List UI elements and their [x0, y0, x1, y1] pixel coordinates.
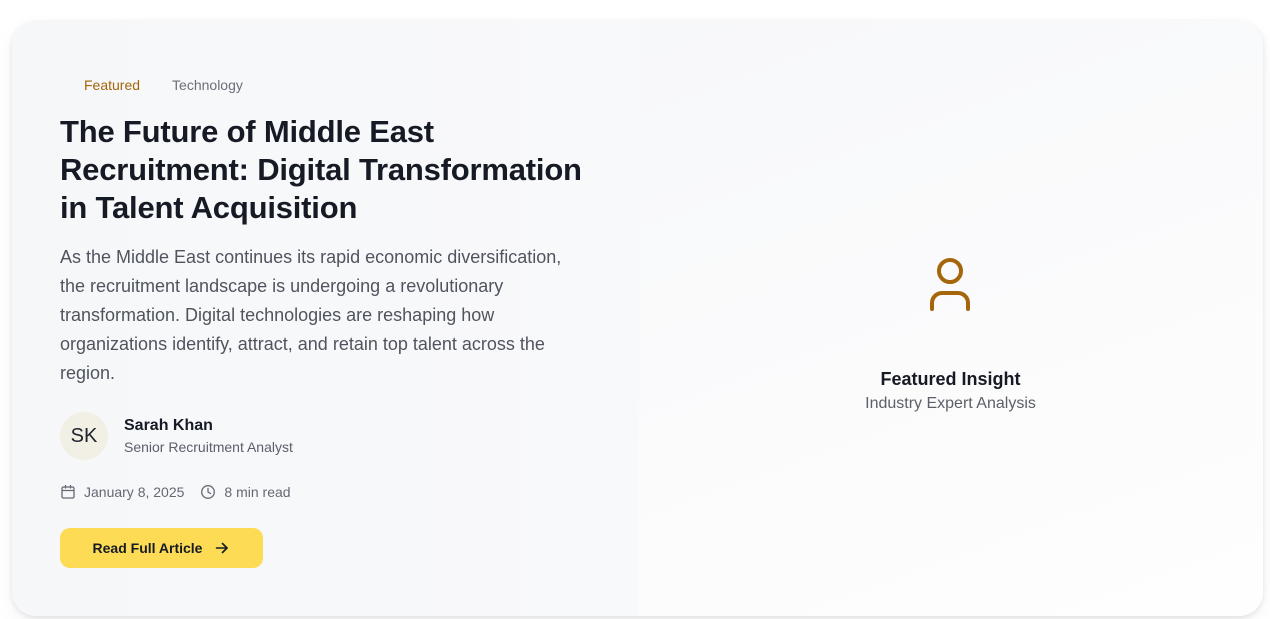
featured-article-card: Featured Technology The Future of Middle… — [12, 21, 1263, 616]
author-name: Sarah Khan — [124, 417, 213, 434]
insight-title: Featured Insight — [880, 369, 1021, 389]
user-icon — [930, 258, 970, 311]
clock-icon — [201, 485, 216, 499]
insight-panel: Featured Insight Industry Expert Analysi… — [638, 21, 1263, 616]
read-time-text: 8 min read — [224, 484, 291, 500]
featured-insight: Featured Insight Industry Expert Analysi… — [638, 21, 1263, 616]
calendar-icon — [61, 484, 75, 499]
article-meta: January 8, 2025 8 min read — [60, 484, 307, 500]
tag-list: Featured Technology — [72, 73, 255, 97]
date-text: January 8, 2025 — [84, 484, 185, 500]
author-info: Sarah Khan Senior Recruitment Analyst — [124, 415, 293, 457]
publish-date: January 8, 2025 — [60, 484, 184, 500]
read-full-article-button[interactable]: Read Full Article — [60, 528, 263, 568]
cta-label: Read Full Article — [92, 540, 203, 556]
author-block: SK Sarah Khan Senior Recruitment Analyst — [60, 412, 293, 460]
article-content: Featured Technology The Future of Middle… — [12, 21, 638, 616]
read-time: 8 min read — [200, 484, 291, 500]
article-excerpt: As the Middle East continues its rapid e… — [60, 247, 562, 383]
author-role: Senior Recruitment Analyst — [124, 439, 293, 455]
insight-subtitle: Industry Expert Analysis — [865, 395, 1036, 412]
avatar: SK — [60, 412, 108, 460]
article-title[interactable]: The Future of Middle East Recruitment: D… — [60, 113, 600, 227]
tag-featured[interactable]: Featured — [72, 73, 152, 97]
arrow-right-icon — [216, 542, 229, 554]
tag-technology[interactable]: Technology — [160, 73, 255, 97]
